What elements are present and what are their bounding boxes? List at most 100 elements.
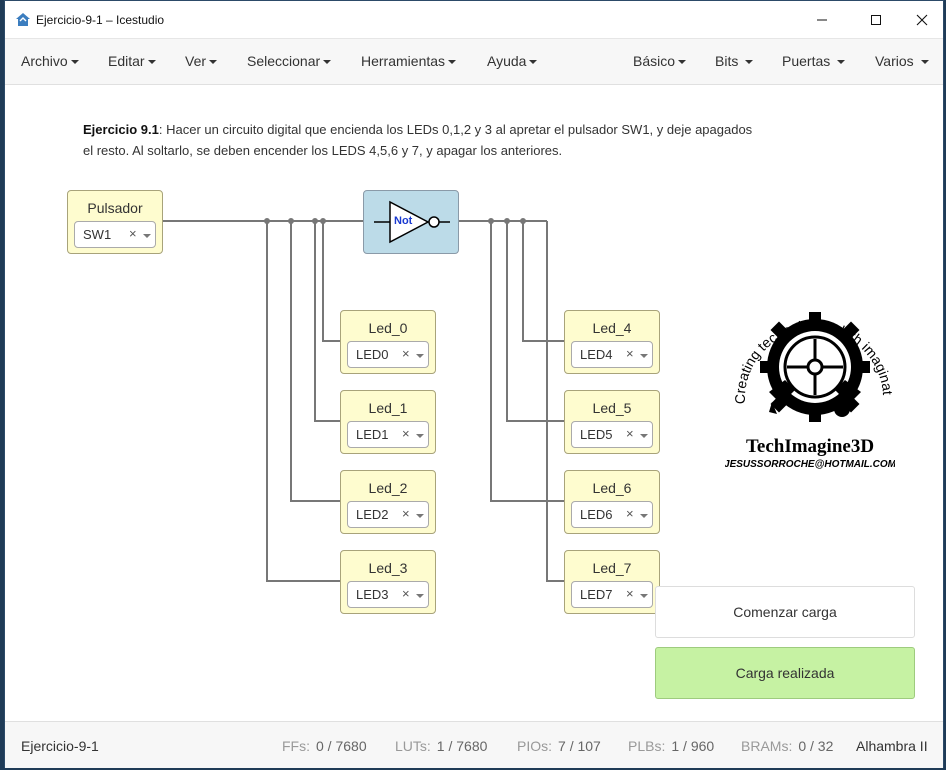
menu-ver[interactable]: Ver [185,53,218,69]
design-canvas[interactable]: Ejercicio 9.1: Hacer un circuito digital… [5,86,943,721]
dropdown-arrow-icon [640,434,648,438]
caret-down-icon [323,60,332,65]
not-gate-block[interactable]: Not [363,190,459,254]
menu-varios[interactable]: Varios [875,53,929,69]
caret-down-icon [529,60,538,65]
caret-down-icon [745,60,754,65]
dropdown-arrow-icon [416,514,424,518]
menu-bits[interactable]: Bits [715,53,754,69]
start-upload-button[interactable]: Comenzar carga [655,586,915,638]
clear-icon[interactable]: × [626,586,634,601]
status-bar: Ejercicio-9-1 FFs: 0 / 7680 LUTs: 1 / 7680… [5,721,943,768]
stat-plbs: PLBs: 1 / 960 [628,738,714,754]
output-block-led0[interactable]: Led_0 LED0 × [340,310,436,374]
pin-select-value: LED4 [580,347,613,362]
pin-select-value: LED6 [580,507,613,522]
caret-down-icon [920,60,929,65]
pin-select-led0[interactable]: LED0 × [347,341,429,368]
close-icon [916,14,928,26]
menu-puertas[interactable]: Puertas [782,53,846,69]
led-label: Led_3 [368,560,408,576]
maximize-button[interactable] [853,1,899,39]
menu-bits-label: Bits [715,53,739,69]
maximize-icon [871,15,881,25]
dropdown-arrow-icon [416,354,424,358]
stat-brams: BRAMs: 0 / 32 [741,738,833,754]
clear-icon[interactable]: × [402,426,410,441]
output-block-led6[interactable]: Led_6 LED6 × [564,470,660,534]
output-block-led3[interactable]: Led_3 LED3 × [340,550,436,614]
menu-ayuda[interactable]: Ayuda [487,53,538,69]
clear-icon[interactable]: × [402,346,410,361]
menu-varios-label: Varios [875,53,914,69]
clear-icon[interactable]: × [626,506,634,521]
techimagine3d-logo: Creating technology whith imagination [725,284,895,470]
input-block-pulsador[interactable]: Pulsador SW1 × [67,190,163,254]
input-block-label: Pulsador [87,200,143,216]
clear-icon[interactable]: × [402,506,410,521]
led-label: Led_6 [592,480,632,496]
dropdown-arrow-icon [640,514,648,518]
menu-basico[interactable]: Básico [633,53,687,69]
clear-icon[interactable]: × [626,426,634,441]
caret-down-icon [678,60,687,65]
stat-value: 1 / 960 [671,738,715,754]
caret-down-icon [209,60,218,65]
led-label: Led_4 [592,320,632,336]
output-block-led2[interactable]: Led_2 LED2 × [340,470,436,534]
stat-value: 1 / 7680 [436,738,488,754]
pin-select-led6[interactable]: LED6 × [571,501,653,528]
menu-seleccionar-label: Seleccionar [247,53,321,69]
stat-label: BRAMs: [741,738,793,754]
led-label: Led_2 [368,480,408,496]
gear-icon [760,312,870,422]
output-block-led5[interactable]: Led_5 LED5 × [564,390,660,454]
caret-down-icon [147,60,156,65]
pin-select-value: LED3 [356,587,389,602]
menu-herramientas[interactable]: Herramientas [361,53,457,69]
led-label: Led_7 [592,560,632,576]
stat-label: FFs: [282,738,310,754]
menu-editar[interactable]: Editar [108,53,156,69]
board-name: Alhambra II [856,738,928,754]
dropdown-arrow-icon [416,594,424,598]
caret-down-icon [70,60,79,65]
stat-value: 7 / 107 [558,738,601,754]
pin-select-led7[interactable]: LED7 × [571,581,653,608]
menu-ayuda-label: Ayuda [487,53,527,69]
window-title: Ejercicio-9-1 – Icestudio [36,13,165,27]
led-label: Led_1 [368,400,408,416]
pin-select-led1[interactable]: LED1 × [347,421,429,448]
pin-select-value: LED2 [356,507,389,522]
icestudio-icon [16,13,30,26]
pin-select-led2[interactable]: LED2 × [347,501,429,528]
title-bar: Ejercicio-9-1 – Icestudio [5,1,943,39]
output-block-led7[interactable]: Led_7 LED7 × [564,550,660,614]
output-block-led1[interactable]: Led_1 LED1 × [340,390,436,454]
clear-icon[interactable]: × [626,346,634,361]
pin-select-led4[interactable]: LED4 × [571,341,653,368]
menu-ver-label: Ver [185,53,207,69]
menu-seleccionar[interactable]: Seleccionar [247,53,332,69]
stat-pios: PIOs: 7 / 107 [517,738,601,754]
menu-archivo[interactable]: Archivo [21,53,79,69]
logo-email: JESUSSORROCHE@HOTMAIL.COM [725,459,895,470]
stat-label: PLBs: [628,738,666,754]
pin-select-led5[interactable]: LED5 × [571,421,653,448]
menu-herramientas-label: Herramientas [361,53,446,69]
caret-down-icon [448,60,457,65]
pin-select-sw1[interactable]: SW1 × [74,221,156,248]
not-gate-label: Not [394,215,413,227]
pin-select-led3[interactable]: LED3 × [347,581,429,608]
output-block-led4[interactable]: Led_4 LED4 × [564,310,660,374]
menu-puertas-label: Puertas [782,53,831,69]
clear-icon[interactable]: × [402,586,410,601]
pin-select-value: LED0 [356,347,389,362]
dropdown-arrow-icon [416,434,424,438]
menu-editar-label: Editar [108,53,145,69]
clear-icon[interactable]: × [129,226,137,241]
upload-done-button[interactable]: Carga realizada [655,647,915,699]
minimize-button[interactable] [799,1,845,39]
close-button[interactable] [899,1,945,39]
led-label: Led_0 [368,320,408,336]
